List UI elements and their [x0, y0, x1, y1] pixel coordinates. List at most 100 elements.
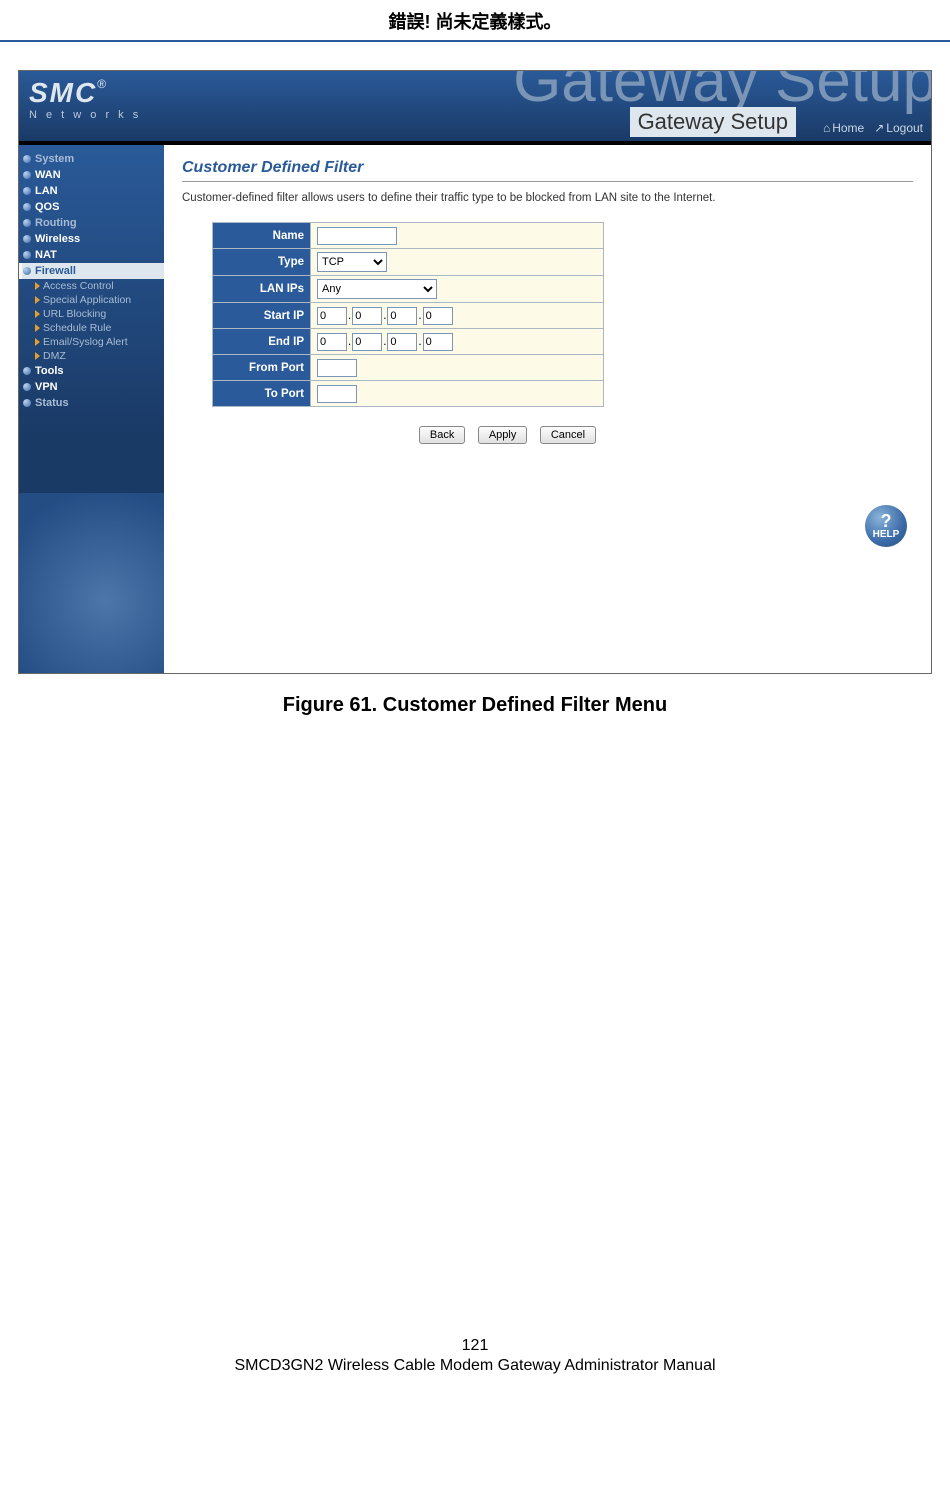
- sidebar-item-nat[interactable]: NAT: [19, 247, 164, 263]
- logo-main-text: SMC: [29, 77, 97, 108]
- back-button[interactable]: Back: [419, 426, 465, 444]
- logout-link[interactable]: ↗ Logout: [874, 121, 923, 135]
- sidebar-item-label: Routing: [35, 217, 77, 229]
- sidebar-sub-email-syslog-alert[interactable]: Email/Syslog Alert: [19, 335, 164, 349]
- sidebar-item-routing[interactable]: Routing: [19, 215, 164, 231]
- sidebar-decorative-image: [19, 493, 164, 673]
- toport-input[interactable]: [317, 385, 357, 403]
- home-link[interactable]: ⌂ Home: [823, 121, 864, 135]
- arrow-icon: [35, 296, 40, 304]
- endip-label: End IP: [213, 329, 311, 355]
- sidebar-item-tools[interactable]: Tools: [19, 363, 164, 379]
- bullet-icon: [23, 219, 31, 227]
- sidebar-item-status[interactable]: Status: [19, 395, 164, 411]
- sidebar-item-qos[interactable]: QOS: [19, 199, 164, 215]
- ip-dot-icon: .: [348, 310, 351, 322]
- apply-button[interactable]: Apply: [478, 426, 528, 444]
- button-row: Back Apply Cancel: [102, 425, 913, 444]
- home-label: Home: [832, 121, 864, 135]
- page-header-error: 錯誤! 尚未定義樣式。: [0, 0, 950, 40]
- arrow-icon: [35, 352, 40, 360]
- sidebar-sub-label: URL Blocking: [43, 308, 106, 320]
- sidebar-item-vpn[interactable]: VPN: [19, 379, 164, 395]
- sidebar-sub-dmz[interactable]: DMZ: [19, 349, 164, 363]
- help-label: HELP: [873, 529, 900, 540]
- endip-octet-1[interactable]: [352, 333, 382, 351]
- lanips-select[interactable]: Any: [317, 279, 437, 299]
- bullet-icon: [23, 251, 31, 259]
- sidebar-item-wireless[interactable]: Wireless: [19, 231, 164, 247]
- page-number: 121: [0, 1337, 950, 1355]
- bullet-icon: [23, 187, 31, 195]
- logout-label: Logout: [886, 121, 923, 135]
- startip-octet-1[interactable]: [352, 307, 382, 325]
- cancel-button[interactable]: Cancel: [540, 426, 596, 444]
- sidebar-sub-schedule-rule[interactable]: Schedule Rule: [19, 321, 164, 335]
- fromport-input[interactable]: [317, 359, 357, 377]
- sidebar-item-lan[interactable]: LAN: [19, 183, 164, 199]
- content-description: Customer-defined filter allows users to …: [182, 192, 913, 204]
- sidebar-item-label: VPN: [35, 381, 58, 393]
- sidebar-item-label: NAT: [35, 249, 57, 261]
- page-title-bar: Gateway Setup: [630, 107, 796, 137]
- sidebar-item-label: Status: [35, 397, 69, 409]
- name-input[interactable]: [317, 227, 397, 245]
- sidebar-sub-label: Special Application: [43, 294, 131, 306]
- sidebar-sub-label: Schedule Rule: [43, 322, 111, 334]
- endip-octet-0[interactable]: [317, 333, 347, 351]
- startip-label: Start IP: [213, 303, 311, 329]
- toport-label: To Port: [213, 381, 311, 407]
- bullet-icon: [23, 367, 31, 375]
- bullet-icon: [23, 399, 31, 407]
- sidebar-sub-special-application[interactable]: Special Application: [19, 293, 164, 307]
- startip-octet-2[interactable]: [387, 307, 417, 325]
- ip-dot-icon: .: [418, 336, 421, 348]
- sidebar-sub-label: DMZ: [43, 350, 66, 362]
- startip-octet-3[interactable]: [423, 307, 453, 325]
- bullet-icon: [23, 267, 31, 275]
- bullet-icon: [23, 235, 31, 243]
- endip-octet-2[interactable]: [387, 333, 417, 351]
- smc-logo: SMC® N e t w o r k s: [29, 77, 141, 121]
- logo-registered-icon: ®: [97, 77, 106, 91]
- bullet-icon: [23, 155, 31, 163]
- bullet-icon: [23, 203, 31, 211]
- sidebar-item-label: System: [35, 153, 74, 165]
- sidebar-item-label: LAN: [35, 185, 58, 197]
- sidebar-sub-label: Access Control: [43, 280, 114, 292]
- arrow-icon: [35, 282, 40, 290]
- help-button[interactable]: ? HELP: [865, 505, 907, 547]
- sidebar-item-wan[interactable]: WAN: [19, 167, 164, 183]
- sidebar-item-firewall[interactable]: Firewall: [19, 263, 164, 279]
- fromport-label: From Port: [213, 355, 311, 381]
- ip-dot-icon: .: [348, 336, 351, 348]
- gateway-body: System WAN LAN QOS Routing Wireless NAT …: [19, 145, 931, 673]
- form-row-endip: End IP ...: [213, 329, 604, 355]
- form-row-type: Type TCP: [213, 249, 604, 276]
- page-header-divider: [0, 40, 950, 42]
- main-content: Customer Defined Filter Customer-defined…: [164, 145, 931, 673]
- ip-dot-icon: .: [383, 310, 386, 322]
- sidebar-item-label: Firewall: [35, 265, 76, 277]
- manual-title: SMCD3GN2 Wireless Cable Modem Gateway Ad…: [0, 1357, 950, 1375]
- header-links: ⌂ Home ↗ Logout: [823, 121, 923, 135]
- question-mark-icon: ?: [881, 513, 892, 529]
- bullet-icon: [23, 383, 31, 391]
- logo-subtext: N e t w o r k s: [29, 109, 141, 121]
- sidebar-item-label: Tools: [35, 365, 64, 377]
- sidebar: System WAN LAN QOS Routing Wireless NAT …: [19, 145, 164, 673]
- sidebar-sub-url-blocking[interactable]: URL Blocking: [19, 307, 164, 321]
- lanips-label: LAN IPs: [213, 276, 311, 303]
- endip-octet-3[interactable]: [423, 333, 453, 351]
- form-row-fromport: From Port: [213, 355, 604, 381]
- ip-dot-icon: .: [383, 336, 386, 348]
- sidebar-sub-access-control[interactable]: Access Control: [19, 279, 164, 293]
- form-row-startip: Start IP ...: [213, 303, 604, 329]
- sidebar-sub-label: Email/Syslog Alert: [43, 336, 128, 348]
- type-select[interactable]: TCP: [317, 252, 387, 272]
- bullet-icon: [23, 171, 31, 179]
- arrow-icon: [35, 310, 40, 318]
- startip-octet-0[interactable]: [317, 307, 347, 325]
- sidebar-item-system[interactable]: System: [19, 151, 164, 167]
- form-row-toport: To Port: [213, 381, 604, 407]
